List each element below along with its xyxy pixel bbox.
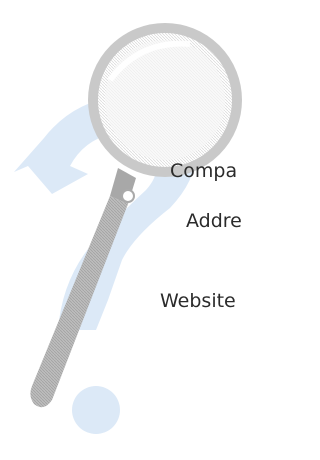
address-label: Addre xyxy=(186,210,242,232)
website-label: Website xyxy=(160,290,236,312)
lens-shape xyxy=(88,23,242,177)
handle-shape xyxy=(30,168,136,408)
help-panel: Compa Addre Website xyxy=(0,0,264,460)
company-label: Compa xyxy=(170,160,238,182)
